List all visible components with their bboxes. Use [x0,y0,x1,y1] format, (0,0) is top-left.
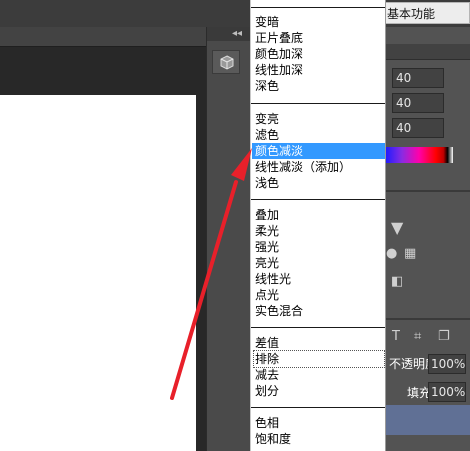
blend-overlay[interactable]: 叠加 [254,207,384,223]
blend-lighten[interactable]: 变亮 [254,111,384,127]
blend-screen[interactable]: 滤色 [254,127,384,143]
color-value-field-1[interactable]: 40 [392,68,444,88]
smart-object-icon[interactable]: ❐ [438,329,450,344]
dock-collapse-icon[interactable]: ◂◂ [232,28,242,39]
blend-multiply[interactable]: 正片叠底 [254,30,384,46]
panel-divider [385,318,470,320]
color-value-field-2[interactable]: 40 [392,93,444,113]
blend-lighter-color[interactable]: 浅色 [254,175,384,191]
dock-header [207,27,251,41]
selected-layer-row[interactable] [385,405,470,435]
blend-linear-light[interactable]: 线性光 [254,271,384,287]
blend-difference[interactable]: 差值 [254,335,384,351]
menu-separator [251,7,385,8]
blend-linear-dodge[interactable]: 线性减淡（添加） [254,159,384,175]
type-layer-icon[interactable]: T [392,329,400,344]
blend-subtract[interactable]: 减去 [254,367,384,383]
document-tab-bar [0,27,206,47]
panel-divider [385,190,470,192]
blend-linear-burn[interactable]: 线性加深 [254,62,384,78]
workspace-switcher[interactable]: 基本功能 [385,2,470,24]
menu-separator [251,327,385,328]
blend-soft-light[interactable]: 柔光 [254,223,384,239]
blend-color-dodge[interactable]: 颜色减淡 [252,143,385,159]
blend-exclusion[interactable]: 排除 [253,350,385,368]
menu-separator [251,199,385,200]
blend-hard-light[interactable]: 强光 [254,239,384,255]
gradient-icon[interactable]: ◧ [391,274,403,289]
opacity-field[interactable]: 100% [428,354,466,374]
blend-hard-mix[interactable]: 实色混合 [254,303,384,319]
blend-divide[interactable]: 划分 [254,383,384,399]
blend-darker-color[interactable]: 深色 [254,78,384,94]
transform-icon[interactable]: ⌗ [414,329,421,344]
blend-saturation[interactable]: 饱和度 [254,431,384,447]
cube-3d-icon[interactable] [212,50,240,74]
grid-table-icon[interactable]: ▦ [404,246,416,261]
blend-mode-menu[interactable]: 变暗 正片叠底 颜色加深 线性加深 深色 变亮 滤色 颜色减淡 线性减淡（添加）… [250,0,386,451]
blend-pin-light[interactable]: 点光 [254,287,384,303]
blend-vivid-light[interactable]: 亮光 [254,255,384,271]
document-canvas[interactable] [0,95,196,451]
fill-field[interactable]: 100% [428,382,466,402]
panel-header [385,44,470,60]
blend-hue[interactable]: 色相 [254,415,384,431]
color-value-field-3[interactable]: 40 [392,118,444,138]
blend-color-burn[interactable]: 颜色加深 [254,46,384,62]
color-spectrum-bar[interactable] [385,147,453,163]
blend-darken[interactable]: 变暗 [254,14,384,30]
collapsed-panel-dock [206,27,251,451]
workspace-label: 基本功能 [387,7,436,21]
adjustment-dot-icon[interactable]: ● [386,246,397,261]
triangle-down-icon[interactable]: ▼ [391,218,403,237]
menu-separator [251,407,385,408]
menu-separator [251,103,385,104]
